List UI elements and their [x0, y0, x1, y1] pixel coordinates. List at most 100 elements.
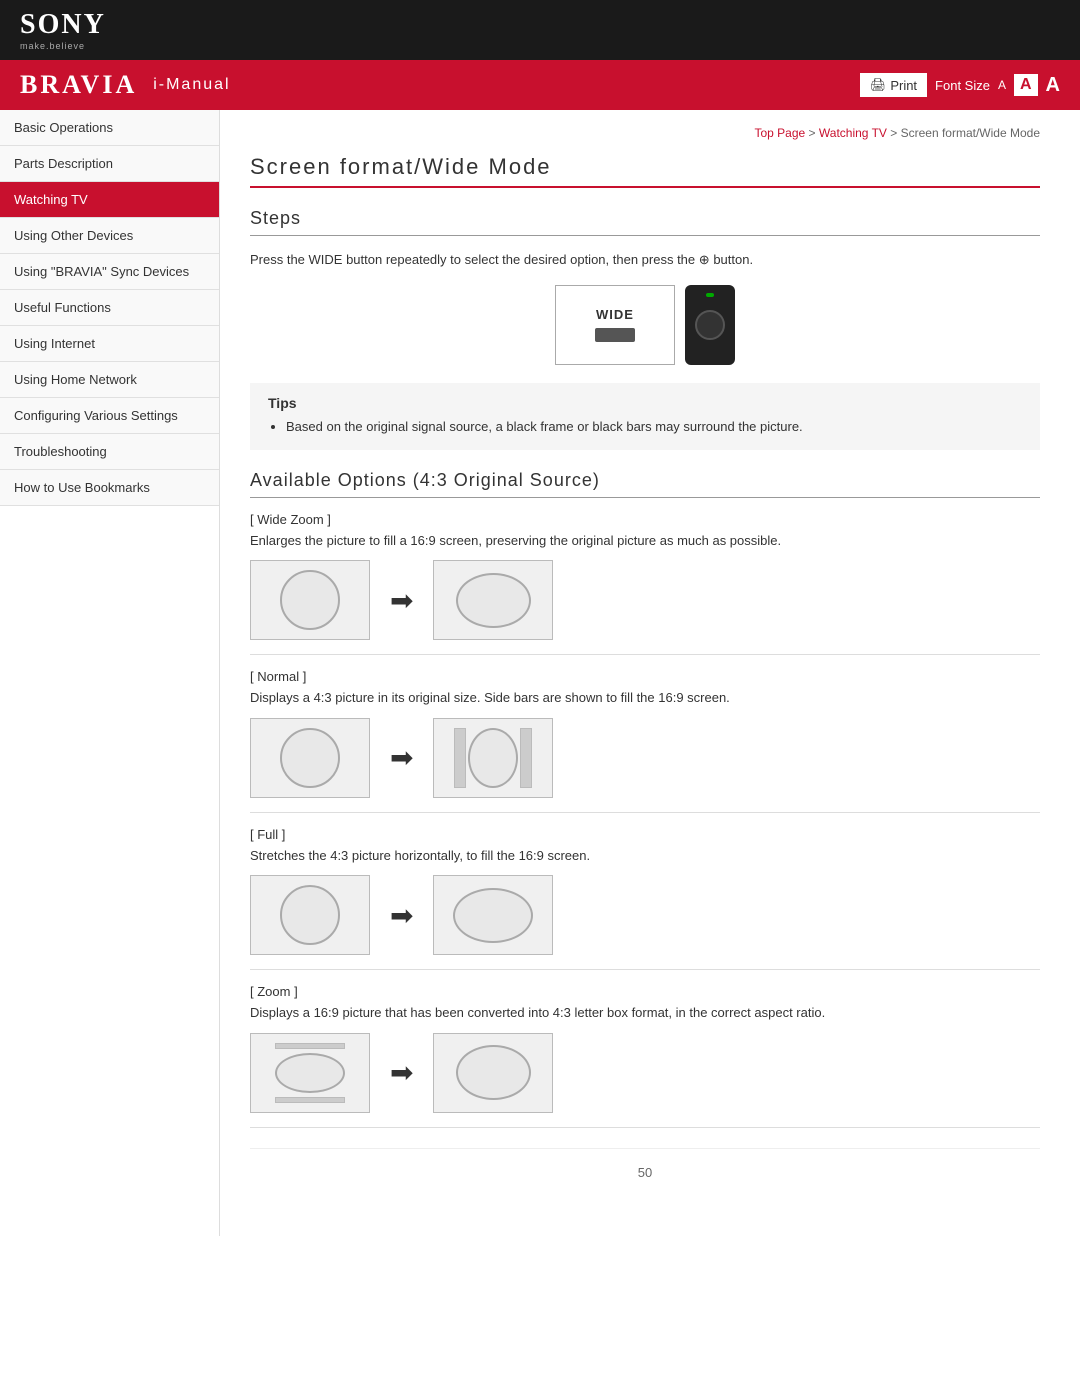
toolbar-left: BRAVIA i-Manual	[20, 70, 231, 100]
wide-zoom-after-circle	[456, 573, 531, 628]
font-size-label: Font Size	[935, 78, 990, 93]
steps-text-after: button.	[713, 252, 753, 267]
option-normal-desc: Displays a 4:3 picture in its original s…	[250, 688, 1040, 708]
header-bar: SONY make.believe	[0, 0, 1080, 60]
zoom-letterbox-top	[275, 1043, 345, 1049]
zoom-after-circle	[456, 1045, 531, 1100]
print-label: Print	[890, 78, 917, 93]
sidebar-item-bravia-sync[interactable]: Using "BRAVIA" Sync Devices	[0, 254, 219, 290]
font-size-large-button[interactable]: A	[1046, 74, 1060, 97]
remote-led	[706, 293, 714, 297]
wide-zoom-after	[433, 560, 553, 640]
wide-illustration: WIDE	[250, 285, 1040, 365]
tips-list: Based on the original signal source, a b…	[268, 417, 1022, 438]
zoom-arrow: ➡	[390, 1056, 413, 1089]
breadcrumb-watching-tv[interactable]: Watching TV	[819, 126, 887, 140]
sidebar-item-configuring-settings[interactable]: Configuring Various Settings	[0, 398, 219, 434]
sony-logo-block: SONY make.believe	[20, 9, 106, 51]
sidebar-item-useful-functions[interactable]: Useful Functions	[0, 290, 219, 326]
option-zoom: [ Zoom ] Displays a 16:9 picture that ha…	[250, 984, 1040, 1113]
sidebar: Basic Operations Parts Description Watch…	[0, 110, 220, 1236]
normal-left-bar	[454, 728, 466, 788]
normal-before-circle	[280, 728, 340, 788]
wide-zoom-before	[250, 560, 370, 640]
font-size-medium-button[interactable]: A	[1014, 74, 1038, 96]
content-area: Top Page > Watching TV > Screen format/W…	[220, 110, 1080, 1236]
full-after	[433, 875, 553, 955]
wide-zoom-before-circle	[280, 570, 340, 630]
tips-box: Tips Based on the original signal source…	[250, 383, 1040, 450]
sidebar-item-bookmarks[interactable]: How to Use Bookmarks	[0, 470, 219, 506]
zoom-letterbox-bottom	[275, 1097, 345, 1103]
breadcrumb-sep1: >	[805, 126, 819, 140]
option-wide-zoom-desc: Enlarges the picture to fill a 16:9 scre…	[250, 531, 1040, 551]
remote-circle	[695, 310, 725, 340]
steps-text-before: Press the WIDE button repeatedly to sele…	[250, 252, 695, 267]
breadcrumb: Top Page > Watching TV > Screen format/W…	[250, 126, 1040, 140]
steps-description: Press the WIDE button repeatedly to sele…	[250, 250, 1040, 271]
wide-button-rect	[595, 328, 635, 342]
wide-zoom-arrow: ➡	[390, 584, 413, 617]
main-layout: Basic Operations Parts Description Watch…	[0, 110, 1080, 1236]
imanual-label: i-Manual	[153, 76, 230, 94]
divider-2	[250, 812, 1040, 813]
breadcrumb-sep2: >	[887, 126, 901, 140]
wide-label: WIDE	[596, 307, 634, 322]
page-title: Screen format/Wide Mode	[250, 154, 1040, 188]
sidebar-item-basic-operations[interactable]: Basic Operations	[0, 110, 219, 146]
option-full-label: [ Full ]	[250, 827, 1040, 842]
normal-after-circle	[468, 728, 518, 788]
option-wide-zoom-label: [ Wide Zoom ]	[250, 512, 1040, 527]
full-before	[250, 875, 370, 955]
steps-button-symbol: ⊕	[699, 252, 710, 267]
full-arrow: ➡	[390, 899, 413, 932]
option-full-desc: Stretches the 4:3 picture horizontally, …	[250, 846, 1040, 866]
sidebar-item-home-network[interactable]: Using Home Network	[0, 362, 219, 398]
wide-box: WIDE	[555, 285, 675, 365]
option-zoom-label: [ Zoom ]	[250, 984, 1040, 999]
option-wide-zoom: [ Wide Zoom ] Enlarges the picture to fi…	[250, 512, 1040, 641]
divider-1	[250, 654, 1040, 655]
zoom-circle	[275, 1053, 345, 1093]
steps-heading: Steps	[250, 208, 1040, 236]
divider-3	[250, 969, 1040, 970]
page-number: 50	[638, 1165, 652, 1180]
divider-4	[250, 1127, 1040, 1128]
zoom-before	[250, 1033, 370, 1113]
normal-before	[250, 718, 370, 798]
option-full: [ Full ] Stretches the 4:3 picture horiz…	[250, 827, 1040, 956]
print-icon: 🖨	[870, 77, 887, 93]
full-before-circle	[280, 885, 340, 945]
tips-title: Tips	[268, 395, 1022, 411]
normal-after	[433, 718, 553, 798]
option-normal: [ Normal ] Displays a 4:3 picture in its…	[250, 669, 1040, 798]
sidebar-item-using-internet[interactable]: Using Internet	[0, 326, 219, 362]
normal-after-content	[454, 728, 532, 788]
breadcrumb-current: Screen format/Wide Mode	[901, 126, 1040, 140]
remote-control-image	[685, 285, 735, 365]
toolbar-right: 🖨 Print Font Size A A A	[860, 73, 1060, 97]
sony-tagline: make.believe	[20, 41, 106, 51]
sidebar-item-parts-description[interactable]: Parts Description	[0, 146, 219, 182]
zoom-after	[433, 1033, 553, 1113]
available-options-heading: Available Options (4:3 Original Source)	[250, 470, 1040, 498]
normal-arrow: ➡	[390, 741, 413, 774]
option-normal-label: [ Normal ]	[250, 669, 1040, 684]
zoom-diagram: ➡	[250, 1033, 1040, 1113]
wide-zoom-diagram: ➡	[250, 560, 1040, 640]
full-after-circle	[453, 888, 533, 943]
sidebar-item-watching-tv[interactable]: Watching TV	[0, 182, 219, 218]
option-zoom-desc: Displays a 16:9 picture that has been co…	[250, 1003, 1040, 1023]
breadcrumb-top-page[interactable]: Top Page	[754, 126, 805, 140]
tips-item-1: Based on the original signal source, a b…	[286, 417, 1022, 438]
sidebar-item-using-other-devices[interactable]: Using Other Devices	[0, 218, 219, 254]
zoom-before-content	[275, 1043, 345, 1103]
sony-logo: SONY	[20, 9, 106, 41]
sidebar-item-troubleshooting[interactable]: Troubleshooting	[0, 434, 219, 470]
normal-right-bar	[520, 728, 532, 788]
bravia-logo: BRAVIA	[20, 70, 137, 100]
print-button[interactable]: 🖨 Print	[860, 73, 927, 97]
normal-diagram: ➡	[250, 718, 1040, 798]
full-diagram: ➡	[250, 875, 1040, 955]
font-size-small-button[interactable]: A	[998, 78, 1006, 92]
